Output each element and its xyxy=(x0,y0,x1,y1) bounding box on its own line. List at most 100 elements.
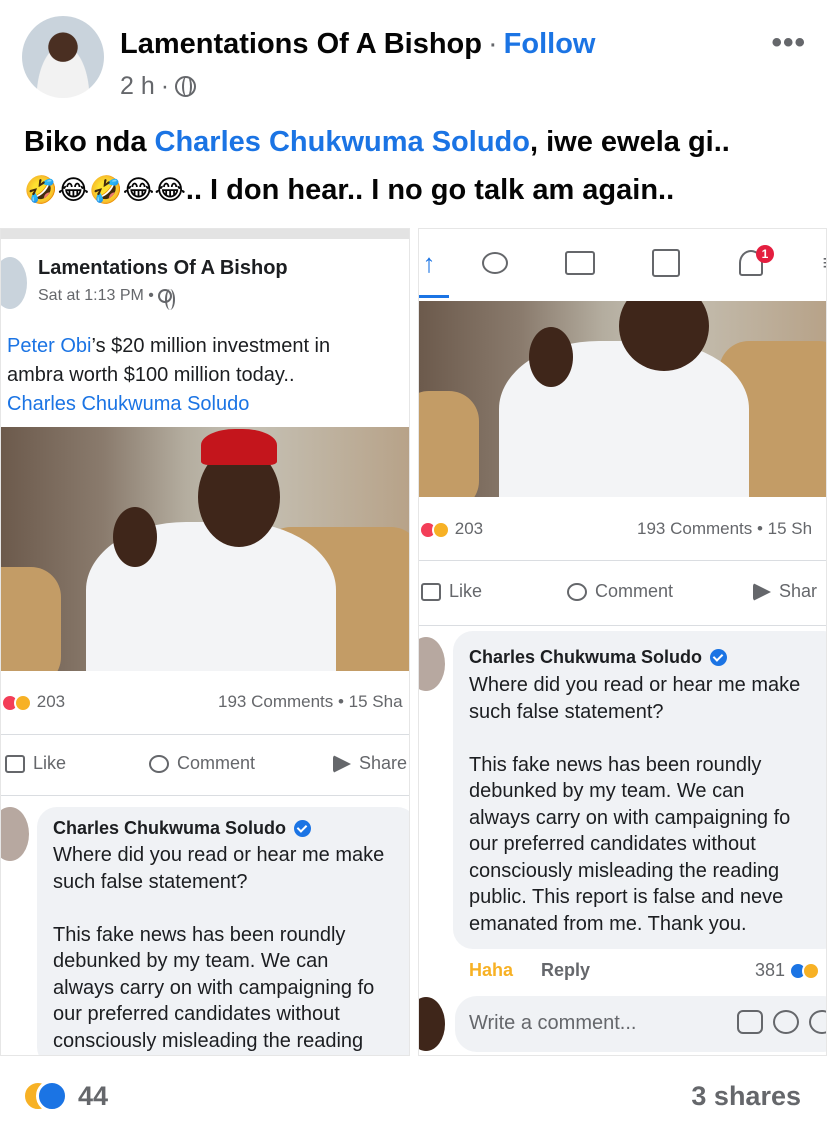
follow-button[interactable]: Follow xyxy=(504,28,596,60)
comments-shares[interactable]: 193 Comments • 15 Sh xyxy=(637,519,812,539)
comment-reaction-number: 381 xyxy=(755,960,786,980)
shot-timestamp: Sat at 1:13 PM • xyxy=(38,287,154,304)
text-line2: ambra worth $100 million today.. xyxy=(7,364,295,386)
like-button[interactable]: Like xyxy=(5,753,66,774)
comment-reaction-count[interactable]: 381 xyxy=(755,960,821,981)
share-icon xyxy=(333,754,351,773)
caption-line1: Biko nda Charles Chukwuma Soludo, iwe ew… xyxy=(24,118,814,166)
comment-text: Where did you read or hear me make such … xyxy=(469,674,801,935)
comment-attach-icons xyxy=(737,1010,826,1034)
reaction-count: 203 xyxy=(36,692,66,711)
notification-badge: 1 xyxy=(756,245,774,263)
like-label: Like xyxy=(449,581,483,601)
reaction-icons xyxy=(22,1080,68,1112)
reaction-icons xyxy=(789,961,821,980)
camera-icon[interactable] xyxy=(737,1010,763,1034)
watch-nav-icon xyxy=(564,247,596,279)
friends-nav-icon xyxy=(479,247,511,279)
comments-shares[interactable]: 193 Comments • 15 Sha xyxy=(218,692,403,712)
post-reactions[interactable]: 44 xyxy=(22,1080,108,1112)
globe-icon xyxy=(175,76,197,97)
comment-label: Comment xyxy=(177,753,256,773)
post-photo xyxy=(419,301,826,497)
post-meta: 2 h · xyxy=(120,72,197,101)
share-icon xyxy=(753,582,771,601)
comment-author-name: Charles Chukwuma Soludo xyxy=(469,647,703,667)
emoji-icon[interactable] xyxy=(809,1010,826,1034)
reaction-icons xyxy=(419,520,450,539)
haha-icon xyxy=(432,520,450,539)
author-avatar[interactable] xyxy=(22,16,104,98)
comment-label: Comment xyxy=(595,581,674,601)
comment-actions: Haha Reply xyxy=(469,960,590,981)
right-screenshot[interactable]: ↑ 1 ≡ 203 193 Comments • 15 Sh Like Comm… xyxy=(418,228,827,1056)
divider xyxy=(419,625,826,626)
write-comment-input[interactable]: Write a comment... xyxy=(469,1012,636,1035)
post-caption: Biko nda Charles Chukwuma Soludo, iwe ew… xyxy=(24,118,814,214)
red-cap xyxy=(201,429,277,465)
caption-text-after: , iwe ewela gi.. xyxy=(529,126,730,158)
reaction-count: 44 xyxy=(78,1080,109,1111)
active-tab-indicator xyxy=(419,295,449,298)
shot-author-name: Lamentations Of A Bishop xyxy=(38,257,288,279)
pages-icon xyxy=(652,249,680,277)
share-label: Share xyxy=(359,753,408,773)
sticker-icon[interactable] xyxy=(773,1010,799,1034)
reaction-summary[interactable]: 203 xyxy=(1,692,65,712)
meta-dot: · xyxy=(160,72,170,100)
globe-icon xyxy=(158,288,176,310)
person-hand xyxy=(113,507,157,567)
sofa-arm xyxy=(1,567,61,671)
menu-nav-icon: ≡ xyxy=(813,247,826,279)
comment-icon xyxy=(149,754,169,773)
post-header: Lamentations Of A Bishop · Follow 2 h · ••… xyxy=(22,16,812,102)
like-button[interactable]: Like xyxy=(421,581,482,602)
comment-author: Charles Chukwuma Soludo xyxy=(469,647,728,668)
status-bar xyxy=(1,229,409,239)
comment-text: Where did you read or hear me make such … xyxy=(53,844,385,1052)
divider xyxy=(1,734,409,735)
post-photo xyxy=(1,427,409,671)
reaction-summary[interactable]: 203 xyxy=(419,519,483,539)
shot-post-text: Peter Obi’s $20 million investment in am… xyxy=(7,332,407,419)
text-line1: ’s $20 million investment in xyxy=(91,335,331,357)
comment-author: Charles Chukwuma Soludo xyxy=(53,818,312,839)
caption-emojis: 🤣😂🤣😂😂 xyxy=(24,175,186,205)
shot-meta: Sat at 1:13 PM • xyxy=(38,287,176,310)
caption-text: Biko nda xyxy=(24,126,155,158)
share-label: Shar xyxy=(779,581,818,601)
viewer-avatar xyxy=(419,997,445,1051)
marketplace-nav-icon xyxy=(650,247,682,279)
friends-icon xyxy=(482,252,508,274)
peter-obi-link: Peter Obi xyxy=(7,335,92,357)
divider xyxy=(1,795,409,796)
thumbs-up-icon xyxy=(421,582,441,601)
comment-button[interactable]: Comment xyxy=(149,753,255,774)
left-screenshot[interactable]: Lamentations Of A Bishop Sat at 1:13 PM … xyxy=(0,228,410,1056)
author-row: Lamentations Of A Bishop · Follow xyxy=(120,28,595,61)
share-button[interactable]: Shar xyxy=(753,581,817,602)
commenter-avatar xyxy=(1,807,29,861)
post-time[interactable]: 2 h xyxy=(120,72,155,101)
haha-icon xyxy=(802,961,821,980)
comment-author-name: Charles Chukwuma Soludo xyxy=(53,818,287,838)
share-count[interactable]: 3 shares xyxy=(691,1081,801,1112)
home-nav-icon: ↑ xyxy=(422,247,436,278)
reply-button[interactable]: Reply xyxy=(541,960,590,980)
comment-button[interactable]: Comment xyxy=(567,581,673,602)
more-options-icon[interactable]: ••• xyxy=(771,26,806,60)
tagged-person-link[interactable]: Charles Chukwuma Soludo xyxy=(155,126,530,158)
verified-badge-icon xyxy=(710,649,728,666)
like-reaction-icon xyxy=(36,1080,68,1112)
soludo-link: Charles Chukwuma Soludo xyxy=(7,393,250,415)
share-button[interactable]: Share xyxy=(333,753,407,774)
haha-reaction-button[interactable]: Haha xyxy=(469,960,513,980)
divider xyxy=(419,560,826,561)
shot-author-avatar xyxy=(1,257,27,309)
caption-line2-text: .. I don hear.. I no go talk am again.. xyxy=(185,174,675,206)
like-label: Like xyxy=(33,753,67,773)
comment-icon xyxy=(567,582,587,601)
person-hand xyxy=(529,327,573,387)
author-name[interactable]: Lamentations Of A Bishop xyxy=(120,28,482,60)
separator-dot: · xyxy=(487,28,498,60)
